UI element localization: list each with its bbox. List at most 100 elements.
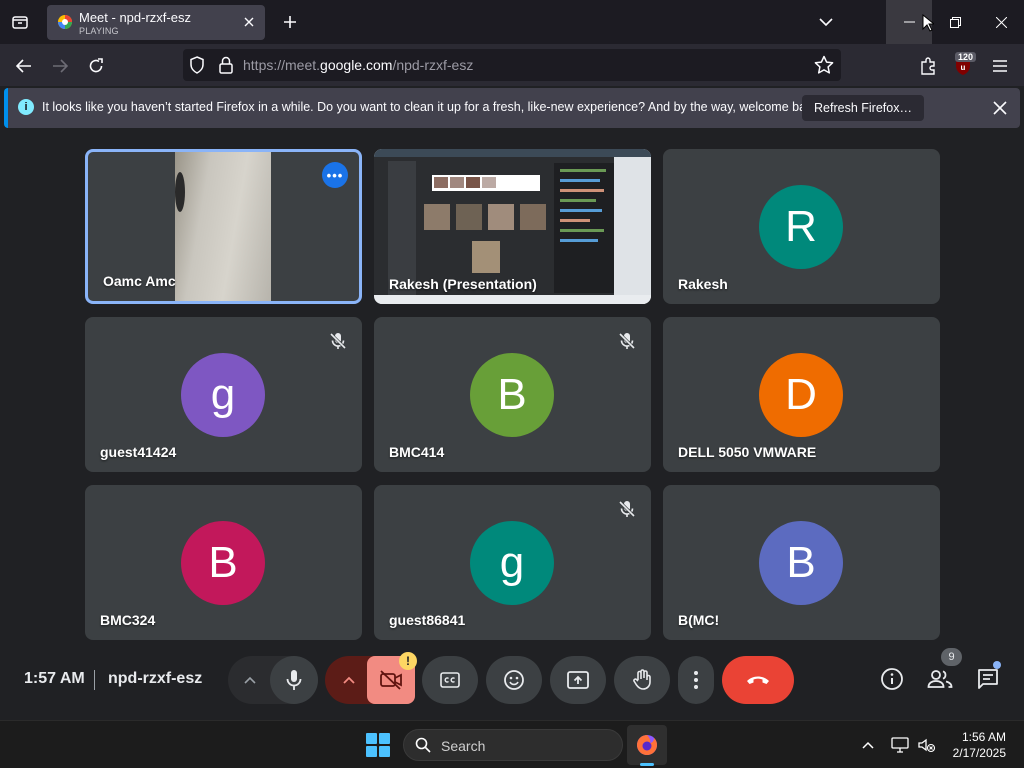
participant-name: BMC324 (100, 612, 156, 628)
participant-tile[interactable]: B BMC324 (85, 485, 362, 640)
mic-off-icon (329, 332, 347, 350)
forward-arrow-icon[interactable] (47, 53, 73, 79)
participant-name: B(MC! (678, 612, 720, 628)
search-label: Search (441, 738, 486, 754)
participant-name: guest41424 (100, 444, 177, 460)
network-icon[interactable] (890, 735, 910, 755)
participant-name: guest86841 (389, 612, 466, 628)
more-options-icon[interactable]: ••• (322, 162, 348, 188)
firefox-refresh-notice: i It looks like you haven’t started Fire… (4, 88, 1020, 128)
avatar: g (470, 521, 554, 605)
end-call-icon (747, 676, 769, 684)
url-domain: google.com (320, 57, 393, 73)
window-close-button[interactable] (978, 0, 1024, 44)
active-app-indicator (640, 763, 654, 766)
avatar: R (759, 185, 843, 269)
lock-icon[interactable] (217, 55, 235, 75)
firefox-taskbar-button[interactable] (627, 725, 667, 765)
browser-tab-meet[interactable]: Meet - npd-rzxf-esz PLAYING (47, 5, 265, 40)
info-icon: i (18, 99, 34, 115)
address-bar[interactable]: https://meet.google.com/npd-rzxf-esz (183, 49, 841, 81)
leave-call-button[interactable] (722, 656, 794, 704)
window-minimize-button[interactable] (886, 0, 934, 44)
mic-icon (286, 670, 302, 690)
back-arrow-icon[interactable] (11, 53, 37, 79)
participant-video (175, 152, 271, 301)
windows-start-icon[interactable] (366, 733, 390, 757)
closed-captions-icon (440, 672, 460, 688)
tab-list-icon[interactable] (8, 10, 32, 34)
refresh-firefox-button[interactable]: Refresh Firefox… (802, 95, 924, 121)
participant-tile[interactable]: g guest41424 (85, 317, 362, 472)
participant-count-badge: 9 (941, 648, 962, 666)
firefox-icon (637, 735, 657, 755)
participant-name: BMC414 (389, 444, 445, 460)
camera-off-icon (380, 670, 402, 690)
show-hidden-icons-chevron-icon[interactable] (858, 735, 878, 755)
microphone-control-group (228, 656, 318, 704)
browser-tab-bar: Meet - npd-rzxf-esz PLAYING (0, 0, 1024, 44)
tab-playing-label: PLAYING (79, 26, 119, 36)
participant-name: Rakesh (Presentation) (389, 276, 537, 292)
taskbar-search-box[interactable]: Search (403, 729, 623, 761)
tracking-protection-shield-icon[interactable] (187, 55, 207, 75)
mic-off-icon (618, 332, 636, 350)
tab-title: Meet - npd-rzxf-esz (79, 10, 191, 25)
vertical-dots-icon (694, 671, 698, 689)
participant-tile[interactable]: R Rakesh (663, 149, 940, 304)
participant-tile-presentation[interactable]: Rakesh (Presentation) (374, 149, 651, 304)
participant-name: Rakesh (678, 276, 728, 292)
divider (94, 670, 95, 690)
present-screen-icon (567, 671, 589, 689)
avatar: D (759, 353, 843, 437)
reload-icon[interactable] (83, 53, 109, 79)
more-options-button[interactable] (678, 656, 714, 704)
avatar: B (470, 353, 554, 437)
captions-button[interactable] (422, 656, 478, 704)
raise-hand-button[interactable] (614, 656, 670, 704)
hamburger-menu-icon[interactable] (987, 53, 1013, 79)
people-icon[interactable] (925, 664, 955, 694)
window-restore-button[interactable] (932, 0, 978, 44)
extension-count-badge: 120 (955, 52, 977, 62)
list-all-tabs-chevron-icon[interactable] (814, 10, 838, 34)
participant-tile[interactable]: B BMC414 (374, 317, 651, 472)
reactions-button[interactable] (486, 656, 542, 704)
participant-tile[interactable]: g guest86841 (374, 485, 651, 640)
system-time[interactable]: 1:56 AM (950, 730, 1006, 744)
avatar: B (181, 521, 265, 605)
microphone-button[interactable] (270, 656, 318, 704)
emoji-icon (504, 670, 524, 690)
notice-text: It looks like you haven’t started Firefo… (42, 100, 823, 114)
participant-tile-self[interactable]: ••• Oamc Amc (85, 149, 362, 304)
meeting-details-info-icon[interactable] (877, 664, 907, 694)
notice-close-icon[interactable] (990, 98, 1010, 118)
mic-options-chevron-icon[interactable] (240, 670, 260, 690)
participant-name: Oamc Amc (103, 273, 176, 289)
url-path: /npd-rzxf-esz (392, 57, 474, 73)
search-icon (415, 737, 431, 753)
camera-options-chevron-icon[interactable] (339, 670, 359, 690)
meeting-code: npd-rzxf-esz (108, 670, 203, 687)
warning-badge: ! (399, 652, 417, 670)
hand-icon (633, 669, 651, 690)
participant-tile[interactable]: D DELL 5050 VMWARE (663, 317, 940, 472)
extensions-puzzle-icon[interactable] (915, 53, 941, 79)
new-tab-button[interactable] (278, 10, 302, 34)
meet-favicon-icon (58, 15, 72, 29)
avatar: B (759, 521, 843, 605)
url-text[interactable]: https://meet.google.com/npd-rzxf-esz (243, 57, 473, 73)
tab-close-icon[interactable] (241, 14, 257, 30)
participant-tile[interactable]: B B(MC! (663, 485, 940, 640)
svg-text:u: u (961, 63, 966, 72)
volume-muted-icon[interactable] (916, 735, 936, 755)
meeting-clock: 1:57 AM (24, 670, 85, 687)
present-screen-button[interactable] (550, 656, 606, 704)
video-shadow (175, 172, 185, 212)
bookmark-star-icon[interactable] (813, 54, 835, 76)
windows-taskbar: Search 1:56 AM 2/17/2025 (0, 720, 1024, 768)
system-date[interactable]: 2/17/2025 (946, 746, 1006, 760)
avatar: g (181, 353, 265, 437)
url-prefix: https://meet. (243, 57, 321, 73)
participant-name: DELL 5050 VMWARE (678, 444, 817, 460)
